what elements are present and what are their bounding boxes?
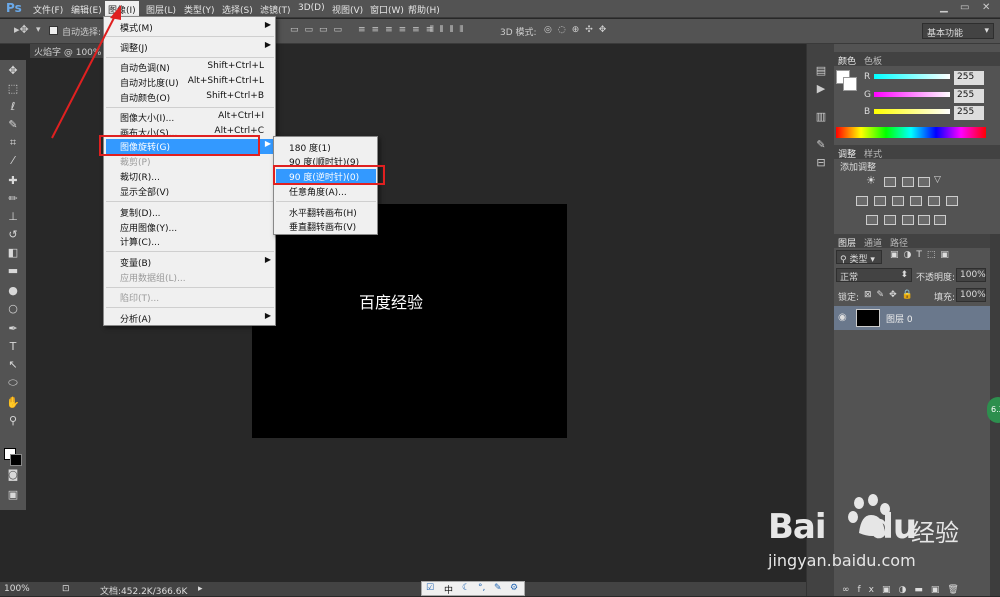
- ime-chinese[interactable]: 中: [444, 583, 453, 596]
- checkbox-icon[interactable]: ☑: [426, 583, 434, 593]
- keyboard-icon[interactable]: ✎: [494, 583, 502, 593]
- watermark-jingyan: 经验: [911, 519, 959, 547]
- baidu-watermark: Bai du 经验 jingyan.baidu.com: [763, 485, 993, 585]
- floating-badge[interactable]: 6.3: [987, 397, 1000, 423]
- gear-icon[interactable]: ⚙: [510, 583, 518, 593]
- ime-toolbar: ☑ 中 ☾ °, ✎ ⚙: [421, 581, 525, 596]
- watermark-url: jingyan.baidu.com: [768, 551, 916, 570]
- punctuation-icon[interactable]: °,: [478, 583, 485, 593]
- moon-icon[interactable]: ☾: [462, 583, 470, 593]
- watermark-brand: Bai du: [768, 507, 917, 547]
- baidu-paw-icon: [848, 494, 890, 536]
